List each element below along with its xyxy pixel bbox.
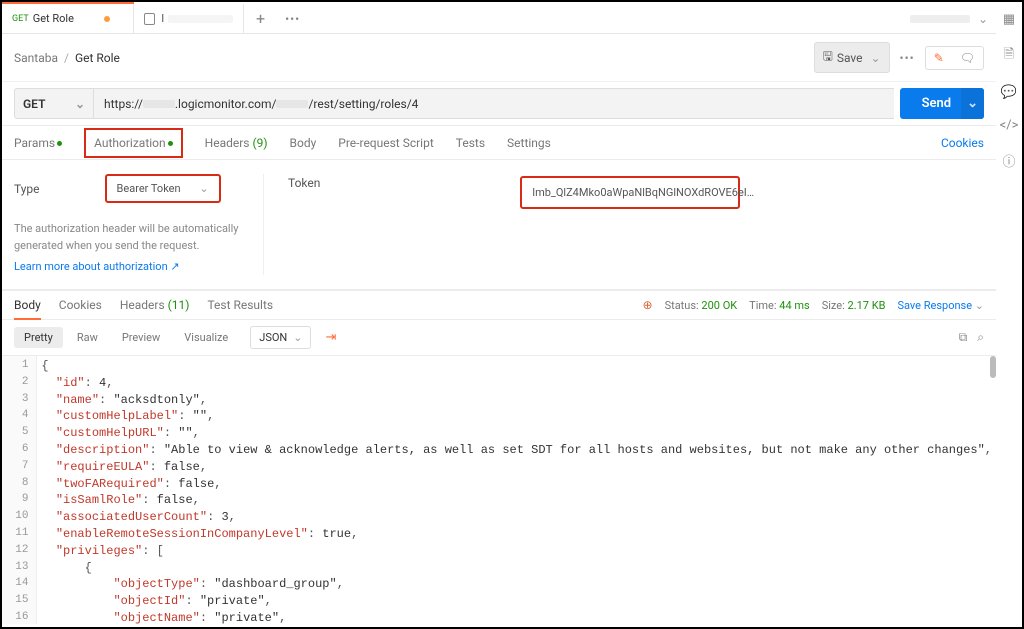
format-select[interactable]: JSON ⌄	[250, 326, 311, 349]
token-input[interactable]: lmb_QlZ4Mko0aWpaNlBqNGlNOXdROVE6eI…	[520, 176, 740, 209]
docs-icon[interactable]: 🗎	[1004, 45, 1014, 67]
save-label: Save	[837, 51, 863, 65]
auth-type-select[interactable]: Bearer Token ⌄	[105, 174, 221, 203]
tabs-bar: GET Get Role I + ••• ⌄	[2, 4, 996, 34]
url-part: /rest/setting/roles/4	[308, 97, 418, 111]
view-preview[interactable]: Preview	[112, 327, 170, 348]
request-icon	[144, 13, 155, 25]
overview-icon[interactable]: ▦	[1003, 12, 1015, 27]
chevron-down-icon: ⌄	[293, 331, 302, 344]
redacted-env	[910, 15, 970, 23]
resp-tab-headers[interactable]: Headers (11)	[120, 298, 190, 312]
info-icon[interactable]: ⓘ	[1002, 151, 1015, 170]
resp-tab-cookies[interactable]: Cookies	[59, 298, 102, 312]
save-icon: 🖫	[823, 47, 833, 68]
auth-learn-more-link[interactable]: Learn more about authorization ↗	[14, 260, 180, 273]
tab-body[interactable]: Body	[290, 136, 317, 150]
view-pretty[interactable]: Pretty	[14, 327, 63, 348]
tab-authorization[interactable]: Authorization	[84, 128, 183, 158]
tab-params[interactable]: Params	[14, 136, 62, 150]
chevron-down-icon: ⌄	[75, 97, 85, 111]
new-tab-button[interactable]: +	[244, 9, 277, 28]
chevron-down-icon: ⌄	[199, 182, 208, 195]
tab-prerequest[interactable]: Pre-request Script	[338, 136, 433, 150]
resp-tab-body[interactable]: Body	[14, 298, 41, 320]
breadcrumb-current: Get Role	[75, 51, 120, 65]
tab-overflow-button[interactable]: •••	[277, 12, 308, 26]
view-mode-toggle: ✎ 🗨	[925, 46, 984, 70]
tab-method-badge: GET	[12, 14, 29, 24]
chevron-down-icon[interactable]: ⌄	[870, 51, 880, 65]
method-select[interactable]: GET ⌄	[14, 88, 94, 119]
more-actions-button[interactable]: •••	[900, 51, 915, 65]
network-icon[interactable]: ⊕	[643, 298, 653, 312]
send-label: Send	[922, 96, 952, 111]
comments-icon[interactable]: 💬	[1001, 85, 1017, 100]
environment-selector[interactable]: ⌄	[910, 12, 996, 26]
url-input[interactable]: https:// .logicmonitor.com/ /rest/settin…	[94, 88, 894, 119]
search-icon[interactable]: ⌕	[977, 330, 984, 345]
redacted-text	[143, 100, 175, 108]
auth-type-label: Type	[14, 182, 40, 196]
code-content[interactable]: { "id": 4, "name": "acksdtonly", "custom…	[36, 356, 996, 624]
url-part: .logicmonitor.com/	[175, 97, 277, 111]
view-visualize[interactable]: Visualize	[174, 327, 238, 348]
cookies-link[interactable]: Cookies	[941, 136, 984, 150]
edit-mode-button[interactable]: ✎	[926, 47, 952, 69]
send-button[interactable]: Send ⌄	[900, 88, 984, 119]
token-label: Token	[288, 176, 320, 190]
breadcrumb-root[interactable]: Santaba	[14, 51, 58, 65]
view-raw[interactable]: Raw	[67, 327, 108, 348]
format-value: JSON	[259, 331, 287, 344]
tab-title: Get Role	[33, 12, 74, 25]
comment-mode-button[interactable]: 🗨	[952, 47, 983, 69]
wrap-lines-button[interactable]: ⇥	[325, 330, 336, 345]
unsaved-dot-icon	[104, 16, 110, 22]
auth-type-value: Bearer Token	[117, 182, 181, 195]
tab-get-role[interactable]: GET Get Role	[2, 4, 134, 33]
save-response-button[interactable]: Save Response ⌄	[897, 299, 984, 312]
resp-tab-tests[interactable]: Test Results	[207, 298, 273, 312]
copy-icon[interactable]: ⧉	[959, 330, 968, 345]
time-label: Time: 44 ms	[749, 299, 810, 312]
method-value: GET	[23, 97, 45, 111]
redacted-text	[276, 100, 308, 108]
size-label: Size: 2.17 KB	[822, 299, 886, 312]
code-icon[interactable]: </>	[1000, 118, 1019, 133]
status-label: Status: 200 OK	[665, 299, 738, 312]
line-gutter: 1234567891011121314151617181920	[2, 356, 36, 624]
save-button[interactable]: 🖫 Save ⌄	[814, 42, 890, 73]
url-part: https://	[104, 97, 143, 111]
chevron-down-icon: ⌄	[975, 299, 984, 312]
chevron-down-icon[interactable]: ⌄	[961, 88, 984, 119]
tab-settings[interactable]: Settings	[507, 136, 551, 150]
tab-secondary[interactable]: I	[134, 4, 244, 33]
active-dot-icon	[168, 141, 173, 146]
auth-help-text: The authorization header will be automat…	[14, 221, 251, 254]
right-sidebar: ▦ 🗎 💬 </> ⓘ	[996, 4, 1022, 170]
redacted-text	[168, 15, 233, 23]
breadcrumb-separator: /	[64, 51, 69, 65]
tab-headers[interactable]: Headers (9)	[205, 136, 268, 150]
scrollbar-thumb[interactable]	[990, 356, 996, 378]
chevron-down-icon: ⌄	[978, 12, 988, 26]
tab-tests[interactable]: Tests	[456, 136, 485, 150]
token-value: lmb_QlZ4Mko0aWpaNlBqNGlNOXdROVE6eI…	[532, 186, 754, 199]
active-dot-icon	[57, 141, 62, 146]
response-body: 1234567891011121314151617181920 { "id": …	[2, 356, 996, 624]
